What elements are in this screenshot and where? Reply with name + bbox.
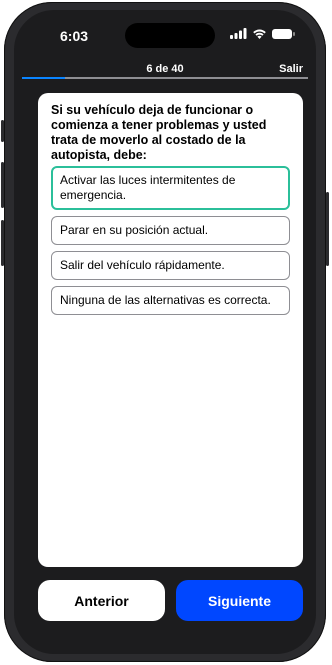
question-text: Si su vehículo deja de funcionar o comie… [51,103,267,162]
action-button [1,120,4,142]
status-icons [230,28,295,39]
wifi-icon [253,29,266,39]
phone-frame: 6:03 6 de 40 Salir Si su vehículo deja d… [1,2,329,662]
progress-bar [22,77,308,79]
battery-icon [272,28,295,39]
signal-icon [230,28,247,39]
screen: 6:03 6 de 40 Salir Si su vehículo deja d… [14,10,316,654]
dynamic-island [125,23,215,48]
previous-button[interactable]: Anterior [38,580,165,621]
answer-option[interactable]: Parar en su posición actual. [51,216,290,245]
answer-options: Activar las luces intermitentes de emerg… [51,166,290,321]
question-counter: 6 de 40 [146,63,184,75]
progress-fill [22,77,65,79]
answer-option[interactable]: Salir del vehículo rápidamente. [51,251,290,280]
exit-button[interactable]: Salir [279,63,303,75]
next-button[interactable]: Siguiente [176,580,303,621]
volume-up-button [1,162,4,208]
power-button [326,192,329,266]
question-card: Si su vehículo deja de funcionar o comie… [38,93,303,567]
answer-option[interactable]: Activar las luces intermitentes de emerg… [51,166,290,210]
volume-down-button [1,220,4,266]
status-time: 6:03 [60,28,89,44]
answer-option[interactable]: Ninguna de las alternativas es correcta. [51,286,290,315]
